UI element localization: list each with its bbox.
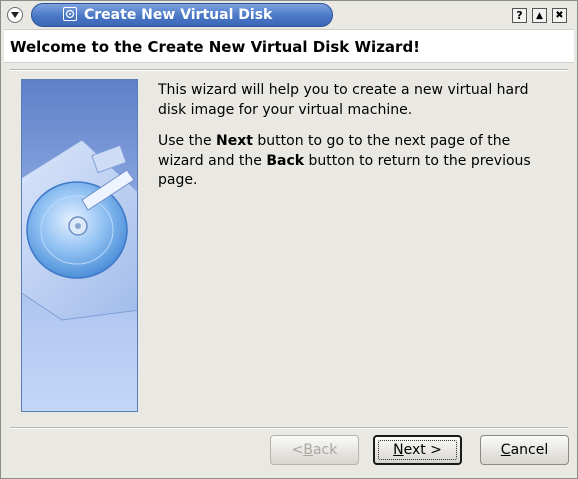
window-menu-icon[interactable] [7,7,23,23]
intro-paragraph: This wizard will help you to create a ne… [158,82,529,118]
title-pill: Create New Virtual Disk [31,3,333,27]
header-divider [10,69,568,71]
wizard-header: Welcome to the Create New Virtual Disk W… [4,29,574,63]
instructions-paragraph: Use the Next button to go to the next pa… [158,133,531,188]
window-title: Create New Virtual Disk [84,7,273,23]
hard-disk-illustration [21,79,138,412]
wizard-window: Create New Virtual Disk ? ▲ ✖ Welcome to… [0,0,578,479]
wizard-body: This wizard will help you to create a ne… [158,81,558,203]
app-icon [63,7,77,21]
cancel-button[interactable]: Cancel [480,435,569,465]
title-bar[interactable]: Create New Virtual Disk ? ▲ ✖ [1,1,577,29]
close-icon[interactable]: ✖ [552,8,567,23]
shade-icon[interactable]: ▲ [532,8,547,23]
back-button[interactable]: < Back [270,435,359,465]
help-icon[interactable]: ? [512,8,527,23]
footer-divider [10,427,568,429]
page-title: Welcome to the Create New Virtual Disk W… [10,38,421,56]
next-button[interactable]: Next > [373,435,462,465]
